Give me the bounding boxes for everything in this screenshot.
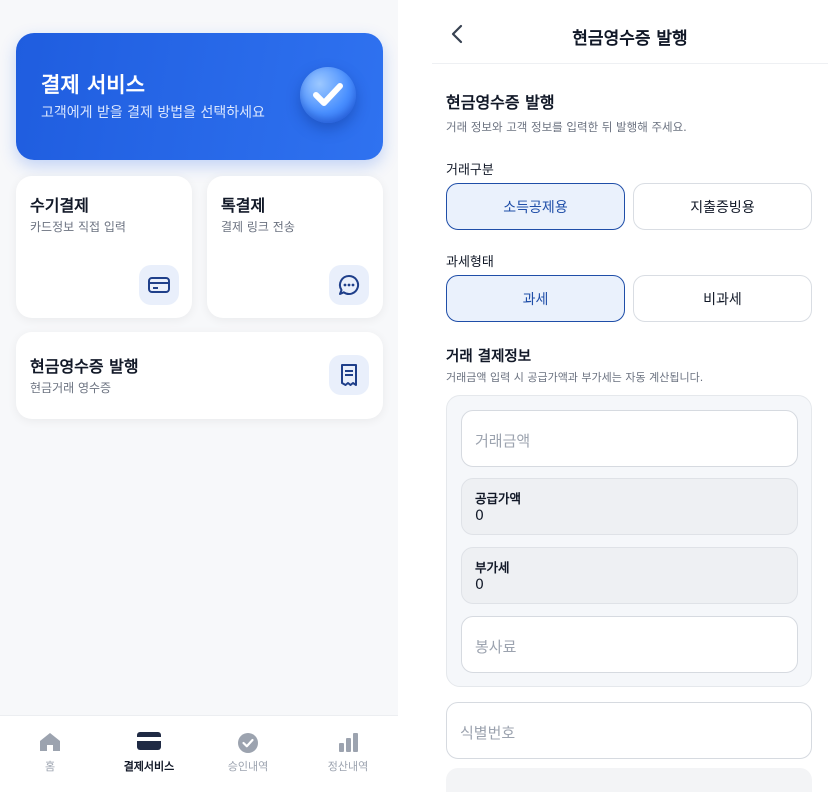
- amount-input[interactable]: 거래금액: [461, 410, 798, 467]
- hero-banner: 결제 서비스 고객에게 받을 결제 방법을 선택하세요: [16, 33, 383, 160]
- hero-subtitle: 고객에게 받을 결제 방법을 선택하세요: [41, 105, 265, 121]
- identifier-input[interactable]: 식별번호: [446, 702, 812, 759]
- service-charge-input[interactable]: 봉사료: [461, 616, 798, 673]
- card-title: 수기결제: [30, 196, 89, 215]
- chat-bubble-icon: [329, 265, 369, 305]
- supply-amount-value: 0: [475, 508, 484, 524]
- bottom-tab-bar: 홈 결제서비스 승인내역 정산내역: [0, 715, 398, 792]
- payment-info-group: 거래금액 공급가액 0 부가세 0 봉사료: [446, 395, 812, 687]
- tax-free-option[interactable]: 비과세: [633, 275, 812, 322]
- vat-value: 0: [475, 577, 484, 593]
- talk-payment-card[interactable]: 톡결제 결제 링크 전송: [207, 176, 383, 318]
- card-subtitle: 카드정보 직접 입력: [30, 220, 126, 234]
- card-title: 톡결제: [221, 196, 266, 215]
- tab-label: 홈: [44, 760, 56, 773]
- tab-label: 결제서비스: [123, 760, 175, 773]
- taxable-option[interactable]: 과세: [446, 275, 625, 322]
- cash-receipt-screen: 현금영수증 발행 현금영수증 발행 거래 정보와 고객 정보를 입력한 뒤 발행…: [432, 0, 828, 792]
- supply-amount-field: 공급가액 0: [461, 478, 798, 535]
- cash-receipt-card[interactable]: 현금영수증 발행 현금거래 영수증: [16, 332, 383, 419]
- next-section-peek: [446, 768, 812, 792]
- identifier-placeholder: 식별번호: [460, 724, 516, 742]
- tab-payment-services[interactable]: 결제서비스: [99, 716, 199, 792]
- tab-label: 정산내역: [327, 760, 369, 773]
- manual-payment-card[interactable]: 수기결제 카드정보 직접 입력: [16, 176, 192, 318]
- tab-approval-history[interactable]: 승인내역: [198, 716, 298, 792]
- vat-label: 부가세: [475, 560, 510, 575]
- vat-field: 부가세 0: [461, 547, 798, 604]
- payment-services-screen: 결제 서비스 고객에게 받을 결제 방법을 선택하세요 수기결제 카드정보 직접…: [0, 0, 398, 792]
- tax-type-label: 과세형태: [446, 255, 494, 270]
- section-description: 거래 정보와 고객 정보를 입력한 뒤 발행해 주세요.: [446, 120, 687, 134]
- check-circle-icon: [237, 732, 259, 758]
- card-title: 현금영수증 발행: [30, 357, 139, 376]
- expense-proof-option[interactable]: 지출증빙용: [633, 183, 812, 230]
- check-badge-icon: [300, 67, 356, 123]
- bar-chart-icon: [338, 732, 358, 756]
- page-title: 현금영수증 발행: [572, 29, 688, 49]
- supply-amount-label: 공급가액: [475, 491, 522, 506]
- amount-placeholder: 거래금액: [475, 432, 531, 450]
- transaction-type-label: 거래구분: [446, 163, 494, 178]
- tab-home[interactable]: 홈: [0, 716, 100, 792]
- payment-info-description: 거래금액 입력 시 공급가액과 부가세는 자동 계산됩니다.: [446, 371, 704, 384]
- service-charge-placeholder: 봉사료: [475, 638, 517, 656]
- receipt-icon: [329, 355, 369, 395]
- hero-title: 결제 서비스: [41, 73, 145, 97]
- income-deduction-option[interactable]: 소득공제용: [446, 183, 625, 230]
- card-subtitle: 결제 링크 전송: [221, 220, 295, 234]
- card-subtitle: 현금거래 영수증: [30, 381, 112, 395]
- section-title: 현금영수증 발행: [446, 93, 555, 112]
- tab-label: 승인내역: [227, 760, 269, 773]
- card-icon: [137, 732, 161, 754]
- home-icon: [39, 732, 61, 756]
- top-nav-bar: 현금영수증 발행: [432, 0, 828, 64]
- tab-settlement-history[interactable]: 정산내역: [298, 716, 398, 792]
- credit-card-icon: [139, 265, 179, 305]
- payment-info-title: 거래 결제정보: [446, 349, 532, 365]
